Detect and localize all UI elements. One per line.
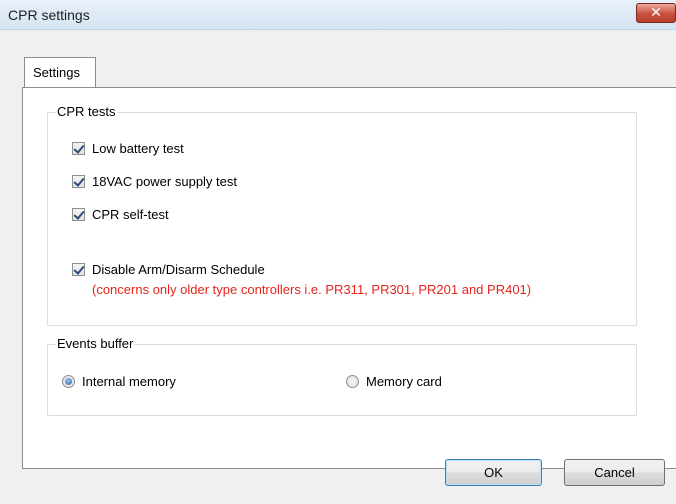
- memory-card-label: Memory card: [366, 374, 442, 389]
- window-title: CPR settings: [8, 7, 90, 23]
- checkbox-checked-icon: [72, 142, 85, 155]
- dialog-client-area: Settings CPR tests Low battery test 18VA…: [0, 30, 676, 504]
- checkbox-checked-icon: [72, 263, 85, 276]
- close-icon: ✕: [650, 4, 662, 20]
- checkbox-checked-icon: [72, 208, 85, 221]
- disable-arm-disarm-checkbox[interactable]: Disable Arm/Disarm Schedule: [72, 262, 265, 277]
- events-buffer-group: Events buffer Internal memory Memory car…: [47, 336, 637, 416]
- power-supply-test-label: 18VAC power supply test: [92, 174, 237, 189]
- cpr-self-test-checkbox[interactable]: CPR self-test: [72, 207, 169, 222]
- disable-arm-disarm-label: Disable Arm/Disarm Schedule: [92, 262, 265, 277]
- internal-memory-radio[interactable]: Internal memory: [62, 374, 176, 389]
- cpr-tests-group-title: CPR tests: [56, 104, 117, 119]
- memory-card-radio[interactable]: Memory card: [346, 374, 442, 389]
- events-buffer-group-title: Events buffer: [56, 336, 135, 351]
- radio-unselected-icon: [346, 375, 359, 388]
- radio-selected-icon: [62, 375, 75, 388]
- cancel-button[interactable]: Cancel: [564, 459, 665, 486]
- checkbox-checked-icon: [72, 175, 85, 188]
- tab-settings[interactable]: Settings: [24, 57, 96, 87]
- low-battery-test-checkbox[interactable]: Low battery test: [72, 141, 184, 156]
- cpr-self-test-label: CPR self-test: [92, 207, 169, 222]
- close-button[interactable]: ✕: [636, 3, 676, 23]
- cpr-tests-group: CPR tests Low battery test 18VAC power s…: [47, 104, 637, 326]
- cpr-settings-dialog: CPR settings ✕ Settings CPR tests Low ba…: [0, 0, 676, 504]
- tab-settings-label: Settings: [33, 65, 80, 80]
- title-bar: CPR settings ✕: [0, 0, 676, 30]
- power-supply-test-checkbox[interactable]: 18VAC power supply test: [72, 174, 237, 189]
- older-controllers-note: (concerns only older type controllers i.…: [92, 282, 532, 297]
- settings-tab-panel: CPR tests Low battery test 18VAC power s…: [22, 87, 676, 469]
- low-battery-test-label: Low battery test: [92, 141, 184, 156]
- internal-memory-label: Internal memory: [82, 374, 176, 389]
- ok-button[interactable]: OK: [445, 459, 542, 486]
